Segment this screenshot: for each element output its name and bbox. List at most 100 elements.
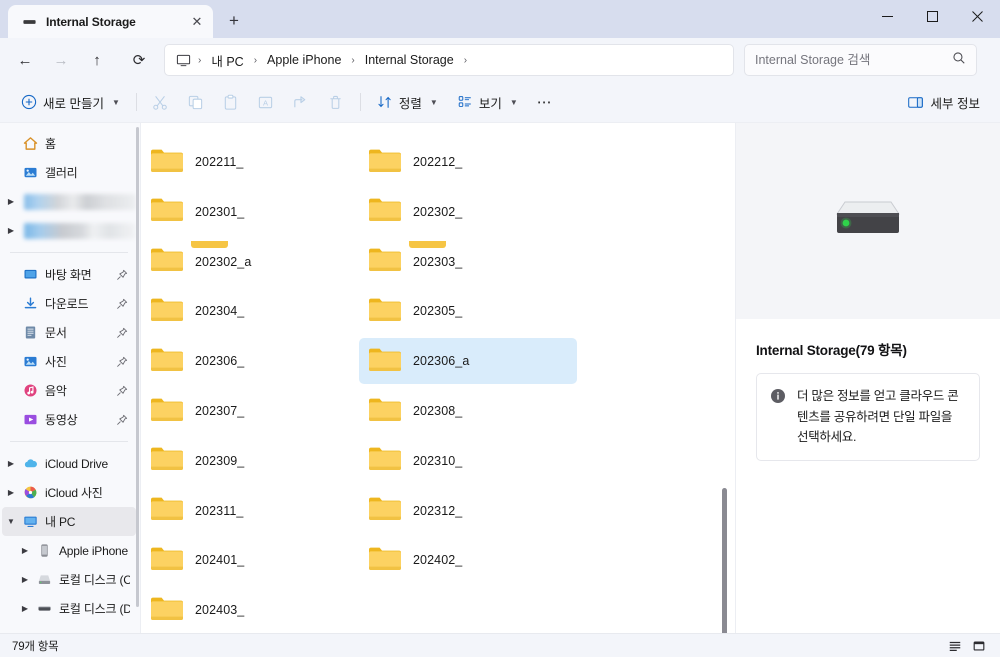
pin-icon[interactable]	[114, 269, 130, 281]
pin-icon	[117, 327, 128, 338]
sort-icon	[378, 96, 391, 108]
pin-icon[interactable]	[114, 385, 130, 397]
file-item[interactable]: 202310_	[359, 438, 577, 484]
sidebar-item-icloud-drive[interactable]: ▶ iCloud Drive	[2, 449, 136, 478]
new-button[interactable]: 새로 만들기 ▼	[12, 87, 129, 117]
sort-button[interactable]: 정렬 ▼	[368, 87, 447, 117]
tab-internal-storage[interactable]: Internal Storage ✕	[8, 5, 213, 38]
sidebar-item-다운로드[interactable]: ▶ 다운로드	[2, 289, 136, 318]
close-window-icon[interactable]	[955, 0, 1000, 33]
file-item[interactable]: 202305_	[359, 288, 577, 334]
back-icon[interactable]: ←	[8, 44, 42, 76]
search-input[interactable]	[755, 53, 952, 67]
chevron-right-icon[interactable]: ▶	[16, 575, 34, 584]
minimize-icon[interactable]	[865, 0, 910, 33]
breadcrumb[interactable]: › 내 PC › Apple iPhone › Internal Storage…	[164, 44, 734, 76]
file-item[interactable]: 202309_	[141, 438, 359, 484]
more-options-button[interactable]: ⋯	[528, 87, 562, 117]
search-icon[interactable]	[952, 51, 966, 70]
pin-icon[interactable]	[114, 298, 130, 310]
file-list-view[interactable]: 202211_ 202301_ 202302_a 202304_ 202306_…	[140, 123, 735, 633]
sidebar-item-apple-iphone[interactable]: ▶ Apple iPhone	[2, 536, 136, 565]
close-icon[interactable]: ✕	[187, 12, 207, 32]
drive-icon	[21, 14, 37, 30]
navigation-pane[interactable]: ▶홈▶갤러리▶▶▶바탕 화면▶다운로드▶문서▶사진▶음악▶동영상▶iCloud …	[0, 123, 140, 633]
file-item-label: 202403_	[195, 603, 245, 618]
sidebar-item-redacted[interactable]: ▶	[2, 216, 136, 245]
maximize-icon[interactable]	[910, 0, 955, 33]
icons-view-toggle[interactable]	[968, 636, 990, 655]
chevron-right-icon[interactable]: ▶	[16, 604, 34, 613]
file-item-label: 202303_	[413, 254, 463, 269]
folder-icon	[151, 597, 183, 620]
up-icon[interactable]: ↑	[80, 44, 114, 76]
folder-icon	[150, 494, 184, 527]
sidebar-item-icloud-사진[interactable]: ▶ iCloud 사진	[2, 478, 136, 507]
view-button[interactable]: 보기 ▼	[448, 87, 527, 117]
file-item[interactable]: 202403_	[141, 587, 359, 633]
chevron-down-icon[interactable]: ▼	[2, 517, 20, 526]
item-count-label: 79개 항목	[12, 640, 59, 653]
folder-icon	[368, 544, 402, 577]
file-item-selected[interactable]: 202306_a	[359, 338, 577, 385]
new-tab-button[interactable]: +	[219, 6, 249, 36]
file-list-scrollbar-thumb[interactable]	[722, 488, 727, 633]
chevron-right-icon[interactable]: ▶	[2, 488, 20, 497]
file-item[interactable]: 202211_	[141, 139, 359, 185]
refresh-icon[interactable]: ⟳	[122, 44, 156, 76]
details-body: Internal Storage(79 항목) 더 많은 정보를 얻고 클라우드…	[736, 319, 1000, 461]
sidebar-item-redacted[interactable]: ▶	[2, 187, 136, 216]
list-view-toggle[interactable]	[944, 636, 966, 655]
sidebar-item-사진[interactable]: ▶ 사진	[2, 347, 136, 376]
file-item[interactable]: 202304_	[141, 288, 359, 334]
sidebar-item-바탕-화면[interactable]: ▶ 바탕 화면	[2, 260, 136, 289]
sidebar-item-갤러리[interactable]: ▶ 갤러리	[2, 158, 136, 187]
file-item[interactable]: 202301_	[141, 189, 359, 235]
file-item[interactable]: 202302_a	[141, 239, 359, 285]
file-item-label: 202308_	[413, 404, 463, 418]
list-view-icon	[949, 641, 961, 651]
file-item[interactable]: 202306_	[141, 338, 359, 384]
file-item-label: 202306_	[195, 354, 245, 369]
sidebar-item-홈[interactable]: ▶홈	[2, 129, 136, 158]
file-item[interactable]: 202303_	[359, 239, 577, 285]
chevron-right-icon[interactable]: ▶	[16, 546, 34, 555]
file-item[interactable]: 202311_	[141, 488, 359, 534]
file-item[interactable]: 202312_	[359, 488, 577, 534]
info-icon	[770, 388, 786, 409]
sidebar-item-문서[interactable]: ▶ 문서	[2, 318, 136, 347]
forward-icon: →	[53, 51, 69, 69]
pin-icon[interactable]	[114, 327, 130, 339]
sidebar-item-내-pc[interactable]: ▼ 내 PC	[2, 507, 136, 536]
file-item[interactable]: 202212_	[359, 139, 577, 185]
file-list-scrollbar-track[interactable]	[720, 123, 731, 633]
pin-icon	[117, 414, 128, 425]
folder-icon	[368, 195, 402, 228]
file-item[interactable]: 202308_	[359, 388, 577, 434]
chevron-right-icon[interactable]: ▶	[2, 197, 20, 206]
pin-icon[interactable]	[114, 414, 130, 426]
breadcrumb-item-apple-iphone[interactable]: Apple iPhone	[261, 50, 347, 70]
pin-icon[interactable]	[114, 356, 130, 368]
sidebar-scrollbar[interactable]	[136, 127, 139, 607]
chevron-right-icon[interactable]: ▶	[2, 226, 20, 235]
file-item[interactable]: 202401_	[141, 537, 359, 583]
sidebar-item-동영상[interactable]: ▶ 동영상	[2, 405, 136, 434]
breadcrumb-item-internal-storage[interactable]: Internal Storage	[359, 50, 460, 70]
spacer: ▶	[2, 328, 20, 337]
details-pane-button[interactable]: 세부 정보	[897, 87, 990, 117]
search-box[interactable]	[744, 44, 977, 76]
folder-icon	[369, 149, 401, 172]
svg-text:A: A	[263, 98, 269, 107]
breadcrumb-item-my-pc[interactable]: 내 PC	[205, 48, 249, 73]
pin-icon	[117, 269, 128, 280]
sidebar-item-label: 갤러리	[45, 166, 78, 180]
file-item[interactable]: 202402_	[359, 537, 577, 583]
chevron-right-icon[interactable]: ▶	[2, 459, 20, 468]
file-item[interactable]: 202302_	[359, 189, 577, 235]
sidebar-item-로컬-디스크--d[interactable]: ▶ 로컬 디스크 (D	[2, 594, 136, 623]
sidebar-item-음악[interactable]: ▶ 음악	[2, 376, 136, 405]
folder-icon	[368, 395, 402, 428]
file-item[interactable]: 202307_	[141, 388, 359, 434]
sidebar-item-로컬-디스크--c[interactable]: ▶ 로컬 디스크 (C	[2, 565, 136, 594]
